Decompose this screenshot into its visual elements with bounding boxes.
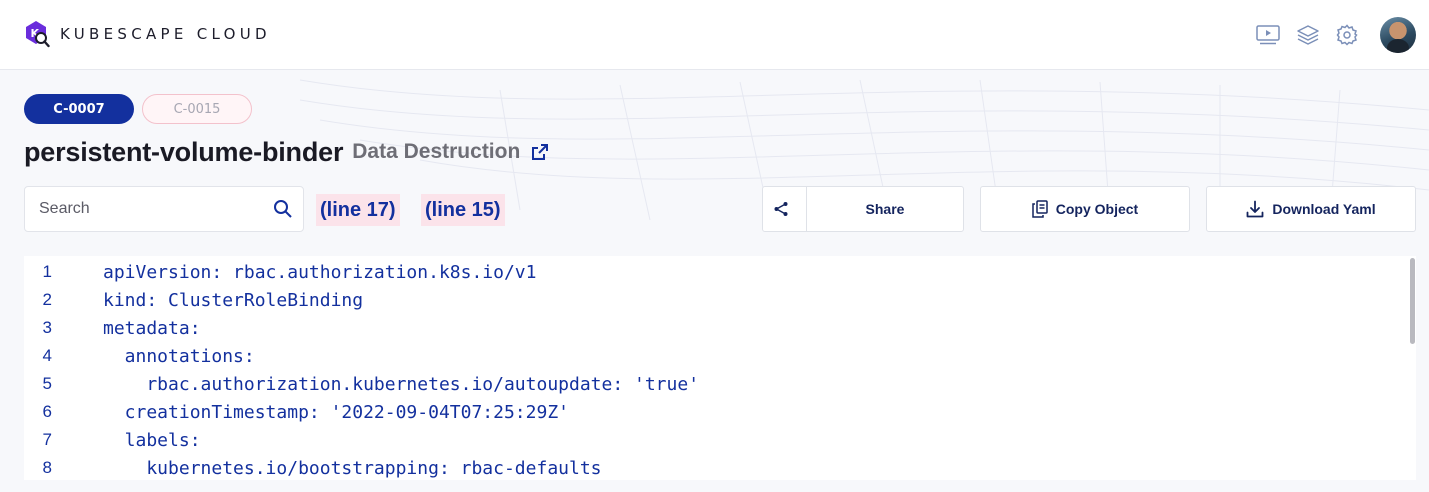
highlight-line-link[interactable]: (line 15) (421, 194, 505, 226)
copy-object-button[interactable]: Copy Object (980, 186, 1190, 232)
code-line: 5 rbac.authorization.kubernetes.io/autou… (24, 370, 1404, 398)
control-tab-active[interactable]: C-0007 (24, 94, 134, 124)
line-number: 6 (42, 402, 52, 421)
highlight-line-link[interactable]: (line 17) (316, 194, 400, 226)
download-icon (1246, 200, 1264, 218)
line-number: 8 (42, 458, 52, 477)
line-number: 2 (42, 290, 52, 309)
line-text: creationTimestamp: '2022-09-04T07:25:29Z… (103, 401, 569, 423)
resource-category: Data Destruction (352, 140, 521, 163)
line-text: kubernetes.io/bootstrapping: rbac-defaul… (103, 457, 602, 479)
brand-name: KUBESCAPE CLOUD (60, 25, 271, 43)
line-number: 3 (42, 318, 52, 337)
yaml-code-viewer[interactable]: 1 apiVersion: rbac.authorization.k8s.io/… (24, 256, 1416, 480)
line-text: rbac.authorization.kubernetes.io/autoupd… (103, 373, 700, 395)
download-yaml-label: Download Yaml (1272, 201, 1376, 217)
code-line: 7 labels: (24, 426, 1404, 454)
line-text: metadata: (103, 317, 201, 339)
vertical-scrollbar[interactable] (1410, 258, 1415, 344)
code-line: 6 creationTimestamp: '2022-09-04T07:25:2… (24, 398, 1404, 426)
line-number: 4 (42, 346, 52, 365)
monitor-play-icon[interactable] (1255, 23, 1281, 47)
line-text: annotations: (103, 345, 255, 367)
line-text: kind: ClusterRoleBinding (103, 289, 364, 311)
layers-icon[interactable] (1295, 23, 1321, 47)
download-yaml-button[interactable]: Download Yaml (1206, 186, 1416, 232)
share-button[interactable]: Share (762, 186, 964, 232)
copy-icon (1032, 200, 1048, 218)
external-link-icon[interactable] (530, 142, 550, 162)
kubescape-logo-icon: K (26, 21, 50, 48)
settings-gear-icon[interactable] (1334, 23, 1360, 47)
copy-object-label: Copy Object (1055, 201, 1139, 217)
user-avatar[interactable] (1380, 17, 1416, 53)
kubescape-logo[interactable]: K KUBESCAPE CLOUD (24, 20, 271, 48)
search-input[interactable] (25, 187, 265, 231)
line-text: labels: (103, 429, 201, 451)
resource-title-row: persistent-volume-binder Data Destructio… (24, 134, 550, 170)
share-icon (763, 187, 807, 231)
control-tab-inactive[interactable]: C-0015 (142, 94, 252, 124)
code-line: 4 annotations: (24, 342, 1404, 370)
resource-name: persistent-volume-binder (24, 136, 344, 167)
line-number: 7 (42, 430, 52, 449)
search-icon[interactable] (273, 199, 293, 219)
code-line: 8 kubernetes.io/bootstrapping: rbac-defa… (24, 454, 1404, 480)
code-line: 3 metadata: (24, 314, 1404, 342)
line-text: apiVersion: rbac.authorization.k8s.io/v1 (103, 261, 537, 283)
search-box (24, 186, 304, 232)
code-line: 1 apiVersion: rbac.authorization.k8s.io/… (24, 258, 1404, 286)
code-line: 2 kind: ClusterRoleBinding (24, 286, 1404, 314)
top-bar: K KUBESCAPE CLOUD (0, 0, 1429, 70)
line-number: 5 (42, 374, 52, 393)
line-number: 1 (42, 262, 52, 281)
share-label: Share (865, 201, 905, 217)
